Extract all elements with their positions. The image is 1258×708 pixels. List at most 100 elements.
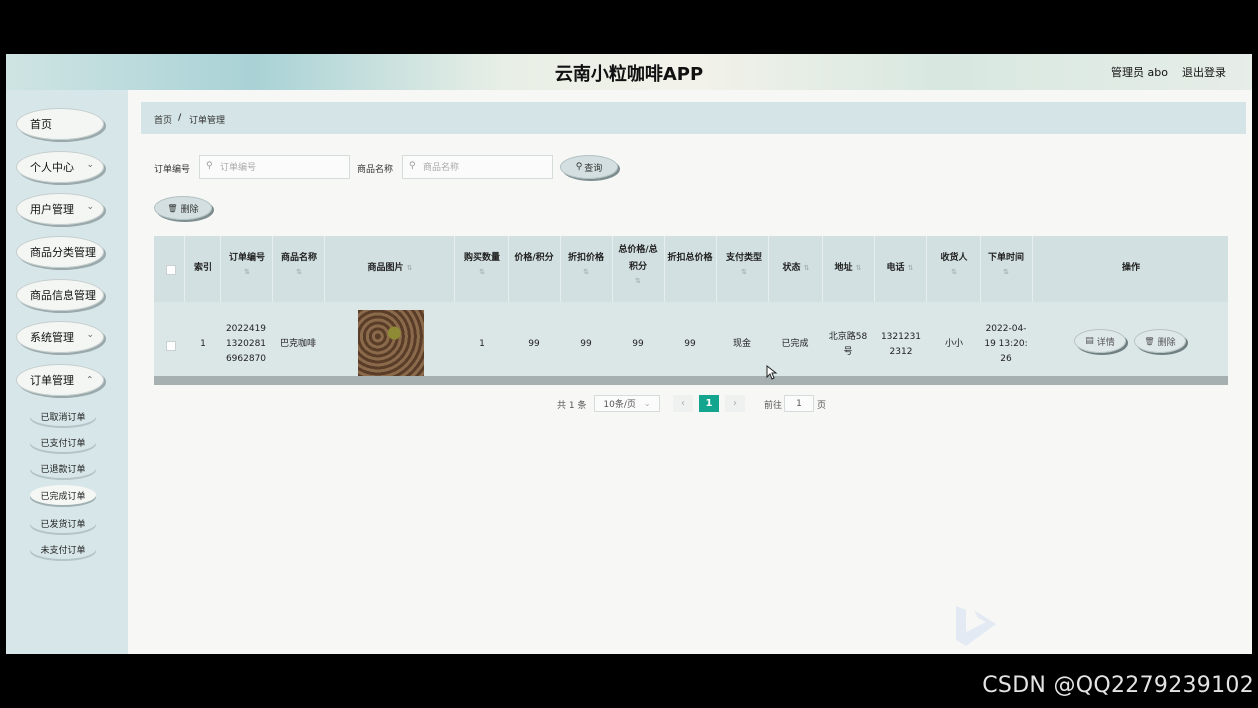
page-size-select[interactable]: 10条/页 ⌄ bbox=[594, 395, 660, 412]
header-status[interactable]: 状态 ⇅ bbox=[772, 260, 820, 277]
header-label: 地址 bbox=[834, 263, 853, 273]
cell-receiver: 小小 bbox=[944, 339, 963, 349]
prev-page-button[interactable]: ‹ bbox=[673, 395, 693, 412]
header-discount-total[interactable]: 折扣总价格 bbox=[666, 250, 714, 267]
header-product-image[interactable]: 商品图片 ⇅ bbox=[326, 260, 454, 277]
sort-icon: ⇅ bbox=[583, 268, 589, 276]
row-delete-button[interactable]: 🗑 删除 bbox=[1134, 329, 1186, 353]
order-no-input[interactable] bbox=[218, 159, 342, 177]
pagination-total: 共 1 条 bbox=[557, 401, 587, 411]
product-name-field[interactable]: ⚲ bbox=[402, 155, 553, 179]
bulk-delete-button[interactable]: 🗑 删除 bbox=[154, 196, 212, 220]
order-no-label: 订单编号 bbox=[154, 165, 191, 175]
horizontal-scrollbar[interactable] bbox=[154, 376, 1228, 385]
header-quantity[interactable]: 购买数量 ⇅ bbox=[456, 250, 508, 277]
sidebar-item-products[interactable]: 商品信息管理 bbox=[16, 279, 104, 311]
next-page-button[interactable]: › bbox=[725, 395, 745, 412]
header-total-price[interactable]: 总价格/总积分 ⇅ bbox=[616, 242, 660, 286]
header-pay-type[interactable]: 支付类型 ⇅ bbox=[720, 250, 768, 277]
cell-total-price: 99 bbox=[632, 339, 644, 349]
goto-page-value: 1 bbox=[796, 398, 802, 409]
current-user: 管理员 abo bbox=[1111, 66, 1168, 79]
sidebar-item-label: 用户管理 bbox=[30, 203, 74, 216]
cell-status: 已完成 bbox=[781, 339, 809, 349]
goto-label: 前往 bbox=[764, 401, 783, 411]
breadcrumb-home[interactable]: 首页 bbox=[154, 113, 172, 126]
sidebar-item-users[interactable]: 用户管理 ⌄ bbox=[16, 193, 104, 225]
logout-link[interactable]: 退出登录 bbox=[1182, 64, 1226, 80]
sidebar: 首页 个人中心 ⌄ 用户管理 ⌄ 商品分类管理 商品信息管理 系统管理 ⌄ 订单管理 ⌄… bbox=[6, 90, 128, 654]
header-phone[interactable]: 电话 ⇅ bbox=[876, 260, 924, 277]
header-label: 价格/积分 bbox=[514, 253, 554, 263]
chevron-right-icon: › bbox=[733, 398, 737, 409]
chevron-down-icon: ⌄ bbox=[86, 330, 94, 340]
app-title: 云南小粒咖啡APP bbox=[554, 64, 704, 85]
sub-item-completed-orders[interactable]: 已完成订单 bbox=[30, 485, 96, 505]
sub-item-paid-orders[interactable]: 已支付订单 bbox=[30, 432, 96, 452]
header-discount-price[interactable]: 折扣价格 ⇅ bbox=[562, 250, 610, 277]
sort-icon: ⇅ bbox=[479, 268, 485, 276]
header-address[interactable]: 地址 ⇅ bbox=[824, 260, 872, 277]
header-index: 索引 bbox=[193, 263, 212, 273]
header-label: 购买数量 bbox=[463, 253, 500, 263]
row-delete-label: 删除 bbox=[1157, 337, 1176, 348]
chevron-down-icon: ⌄ bbox=[86, 160, 94, 170]
header-actions: 操作 bbox=[1121, 263, 1140, 273]
breadcrumb-separator: / bbox=[178, 113, 182, 123]
sidebar-item-profile[interactable]: 个人中心 ⌄ bbox=[16, 151, 104, 183]
page-number-button[interactable]: 1 bbox=[699, 395, 719, 412]
sub-item-refunded-orders[interactable]: 已退款订单 bbox=[30, 458, 96, 478]
sidebar-item-label: 商品信息管理 bbox=[30, 289, 96, 302]
order-no-field[interactable]: ⚲ bbox=[199, 155, 350, 179]
header-label: 支付类型 bbox=[725, 253, 762, 263]
sub-item-shipped-orders[interactable]: 已发货订单 bbox=[30, 513, 96, 533]
chevron-left-icon: ‹ bbox=[681, 398, 685, 409]
cell-index: 1 bbox=[200, 339, 206, 349]
chevron-up-icon: ⌄ bbox=[86, 373, 94, 383]
sub-item-unpaid-orders[interactable]: 未支付订单 bbox=[30, 539, 96, 559]
app-window: 云南小粒咖啡APP 管理员 abo 退出登录 首页 个人中心 ⌄ 用户管理 ⌄ 商品… bbox=[6, 54, 1252, 654]
sub-item-cancelled-orders[interactable]: 已取消订单 bbox=[30, 406, 96, 426]
goto-page-field[interactable]: 1 bbox=[784, 395, 814, 412]
sidebar-item-categories[interactable]: 商品分类管理 bbox=[16, 236, 104, 268]
search-button[interactable]: ⚲ 查询 bbox=[560, 155, 618, 179]
cell-discount-price: 99 bbox=[580, 339, 592, 349]
sidebar-item-orders[interactable]: 订单管理 ⌄ bbox=[16, 364, 104, 396]
sidebar-item-label: 首页 bbox=[30, 118, 52, 131]
sidebar-item-system[interactable]: 系统管理 ⌄ bbox=[16, 321, 104, 353]
header-product-name[interactable]: 商品名称 ⇅ bbox=[274, 250, 324, 277]
sidebar-item-label: 系统管理 bbox=[30, 331, 74, 344]
header-order-no[interactable]: 订单编号 ⇅ bbox=[222, 250, 272, 277]
chevron-down-icon: ⌄ bbox=[643, 399, 651, 408]
header-label: 状态 bbox=[782, 263, 801, 273]
sort-icon: ⇅ bbox=[244, 268, 250, 276]
csdn-watermark: CSDN @QQ2279239102 bbox=[982, 673, 1254, 698]
bing-logo-icon bbox=[956, 606, 996, 646]
sidebar-item-label: 个人中心 bbox=[30, 161, 74, 174]
header-label: 下单时间 bbox=[987, 253, 1024, 263]
header-price[interactable]: 价格/积分 bbox=[512, 250, 556, 267]
header-label: 折扣总价格 bbox=[667, 253, 713, 263]
page-unit-label: 页 bbox=[817, 401, 827, 411]
sidebar-item-label: 商品分类管理 bbox=[30, 246, 96, 259]
header-receiver[interactable]: 收货人 ⇅ bbox=[928, 250, 980, 277]
mouse-cursor-icon bbox=[766, 365, 778, 380]
sort-icon: ⇅ bbox=[803, 264, 810, 272]
header-order-time[interactable]: 下单时间 ⇅ bbox=[982, 250, 1030, 277]
product-name-input[interactable] bbox=[421, 159, 545, 177]
search-button-label: 查询 bbox=[584, 163, 603, 174]
cell-order-no: 20224191320281 6962870 bbox=[225, 324, 267, 364]
top-header: 云南小粒咖啡APP 管理员 abo 退出登录 bbox=[6, 54, 1252, 90]
breadcrumb-current: 订单管理 bbox=[189, 116, 226, 126]
search-icon: ⚲ bbox=[575, 162, 583, 172]
select-all-checkbox[interactable] bbox=[166, 265, 176, 275]
detail-button[interactable]: ▤ 详情 bbox=[1074, 329, 1126, 353]
page-size-value: 10条/页 bbox=[603, 400, 636, 410]
sort-icon: ⇅ bbox=[1003, 268, 1009, 276]
cell-price: 99 bbox=[528, 339, 540, 349]
sort-icon: ⇅ bbox=[951, 268, 957, 276]
search-icon: ⚲ bbox=[206, 161, 213, 171]
row-checkbox[interactable] bbox=[166, 341, 176, 351]
header-label: 商品名称 bbox=[280, 253, 317, 263]
sidebar-item-home[interactable]: 首页 bbox=[16, 108, 104, 140]
